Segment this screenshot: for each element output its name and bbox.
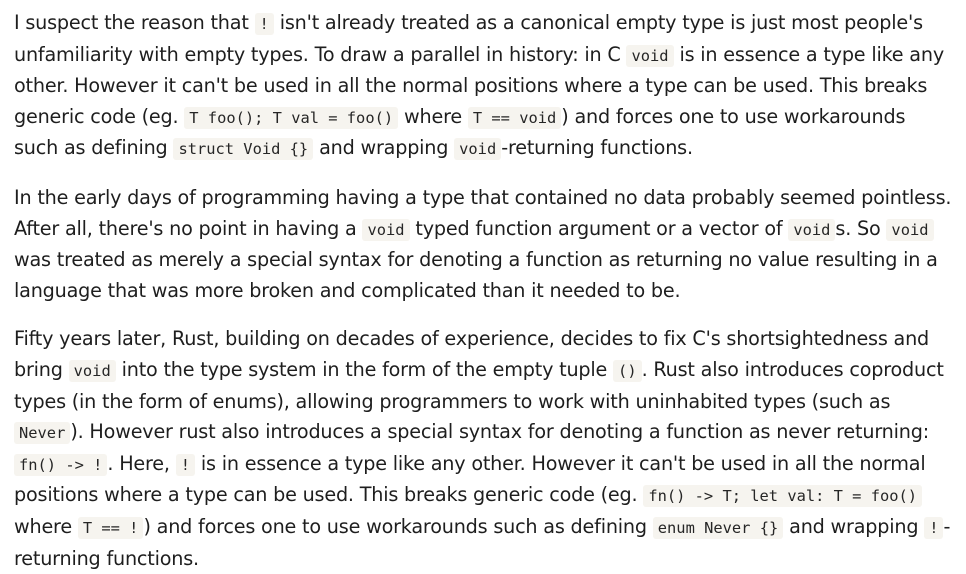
inline-code: struct Void {} [173,138,314,161]
text-span: where [14,514,78,538]
text-span: into the type system in the form of the … [115,357,614,381]
inline-code: () [613,359,642,382]
inline-code: ! [924,516,944,539]
inline-code: T == ! [77,516,144,539]
inline-code: ! [254,13,274,35]
text-span: s. So [835,216,887,240]
text-span: was treated as merely a special syntax f… [14,248,938,302]
text-span: ) and forces one to use workarounds such… [143,514,653,538]
inline-code: T == void [467,106,562,129]
inline-code: Never [14,422,71,445]
comment-body: I suspect the reason that ! isn't alread… [0,0,954,574]
text-span: . Here, [107,451,176,475]
text-span: where [398,104,468,128]
inline-code: T foo(); T val = foo() [184,106,399,129]
paragraph-2: In the early days of programming having … [14,183,954,306]
inline-code: void [68,359,116,382]
inline-code: void [362,218,410,241]
inline-code: void [788,218,836,241]
inline-code: ! [175,453,195,476]
text-span: and wrapping [313,136,455,160]
text-span: and wrapping [783,514,925,538]
inline-code: enum Never {} [652,516,784,539]
inline-code: void [454,138,502,161]
inline-code: void [626,44,674,67]
text-span: I suspect the reason that [14,11,255,34]
paragraph-3: Fifty years later, Rust, building on dec… [14,324,954,574]
inline-code: void [886,218,934,241]
text-span: ). However rust also introduces a specia… [70,420,929,444]
inline-code: fn() -> T; let val: T = foo() [643,485,923,508]
paragraph-1: I suspect the reason that ! isn't alread… [14,8,954,165]
text-span: -returning functions. [501,136,693,160]
inline-code: fn() -> ! [14,453,108,476]
text-span: typed function argument or a vector of [409,216,789,240]
